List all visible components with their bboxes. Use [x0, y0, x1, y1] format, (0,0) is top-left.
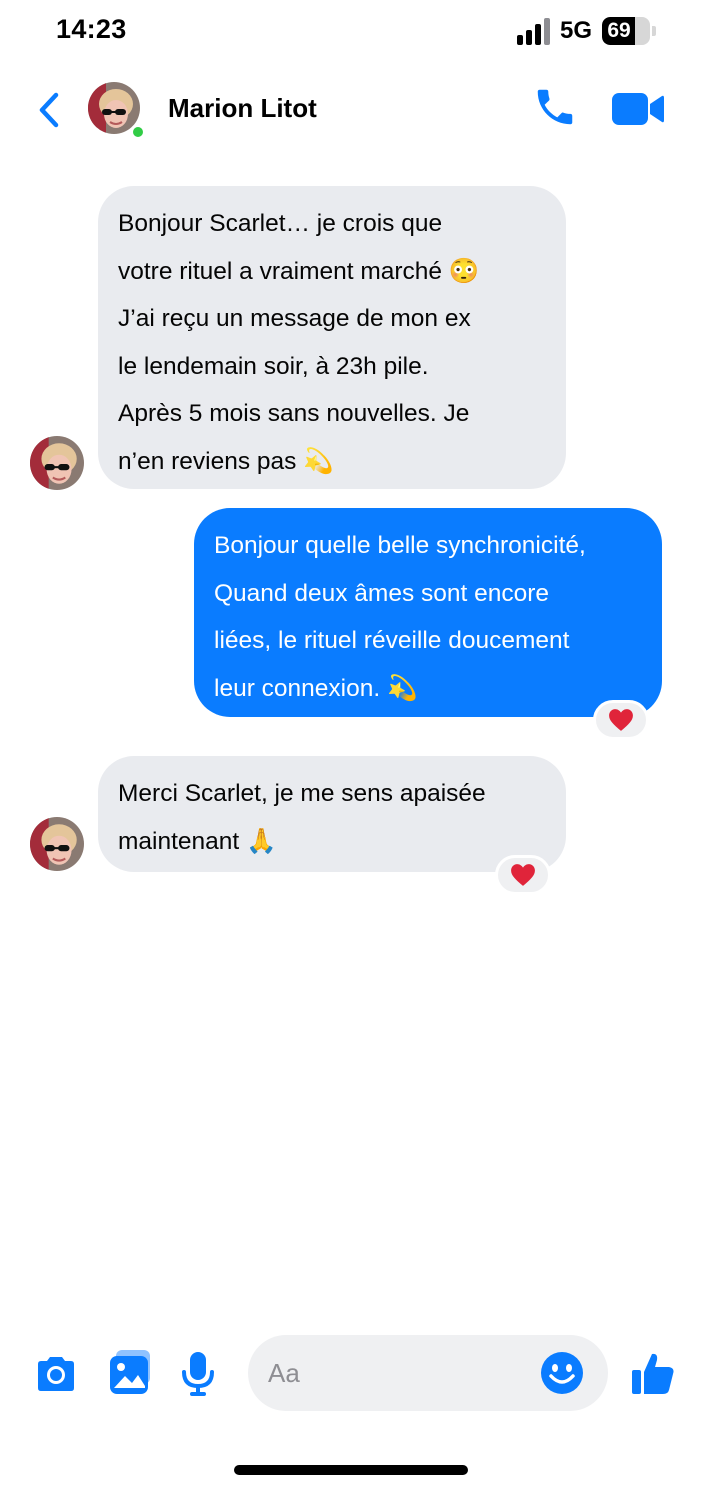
contact-name[interactable]: Marion Litot [168, 93, 317, 124]
video-camera-icon [612, 93, 664, 125]
heart-reaction[interactable] [593, 700, 649, 740]
sender-avatar[interactable] [30, 436, 84, 490]
sender-avatar[interactable] [30, 817, 84, 871]
chevron-left-icon [39, 92, 59, 128]
avatar-photo [30, 436, 84, 490]
battery-level: 69 [607, 19, 631, 42]
emoji-button[interactable] [540, 1351, 584, 1395]
incoming-message-bubble[interactable]: Merci Scarlet, je me sens apaisée mainte… [98, 756, 566, 872]
heart-icon [609, 709, 633, 731]
message-line: Après 5 mois sans nouvelles. Je [118, 400, 470, 427]
outgoing-message-bubble[interactable]: Bonjour quelle belle synchronicité, Quan… [194, 508, 662, 717]
audio-call-button[interactable] [532, 84, 578, 130]
heart-reaction[interactable] [495, 855, 551, 895]
signal-strength-icon [516, 17, 550, 45]
message-line: maintenant 🙏 [118, 827, 277, 855]
message-line: le lendemain soir, à 23h pile. [118, 352, 429, 380]
online-status-dot [130, 124, 146, 140]
video-call-button[interactable] [610, 90, 666, 128]
message-line: liées, le rituel réveille doucement [214, 627, 570, 654]
avatar-photo [30, 817, 84, 871]
message-line: Quand deux âmes sont encore [214, 579, 550, 607]
message-line: Merci Scarlet, je me sens apaisée [118, 780, 486, 807]
back-button[interactable] [30, 88, 70, 132]
status-time: 14:23 [56, 14, 127, 44]
message-input-placeholder: Aa [268, 1358, 300, 1388]
photo-gallery-icon [110, 1350, 150, 1394]
heart-icon [511, 864, 535, 886]
message-line: Bonjour Scarlet… je crois que [118, 210, 443, 237]
gallery-button[interactable] [108, 1348, 152, 1396]
incoming-message-bubble[interactable]: Bonjour Scarlet… je crois que votre ritu… [98, 186, 566, 489]
message-input[interactable]: Aa [248, 1335, 608, 1411]
home-indicator [234, 1465, 468, 1475]
microphone-icon [182, 1352, 214, 1396]
like-button[interactable] [630, 1350, 676, 1396]
message-line: Bonjour quelle belle synchronicité, [214, 532, 586, 559]
messenger-chat-screen: 14:23 5G 69 Marion Litot Bonjour Scarlet… [0, 0, 702, 1500]
phone-icon [537, 89, 573, 125]
voice-message-button[interactable] [180, 1350, 216, 1398]
camera-icon [38, 1357, 74, 1391]
message-line: votre rituel a vraiment marché 😳 [118, 257, 480, 285]
message-line: J’ai reçu un message de mon ex [118, 305, 471, 332]
contact-avatar[interactable] [88, 82, 146, 140]
status-indicators: 5G 69 [516, 14, 656, 48]
emoji-icon [541, 1352, 583, 1394]
message-line: n’en reviens pas 💫 [118, 447, 334, 475]
thumbs-up-icon [632, 1353, 674, 1394]
camera-button[interactable] [34, 1354, 78, 1394]
message-line: leur connexion. 💫 [214, 674, 418, 702]
network-type: 5G [559, 17, 592, 44]
battery-icon: 69 [602, 17, 656, 45]
